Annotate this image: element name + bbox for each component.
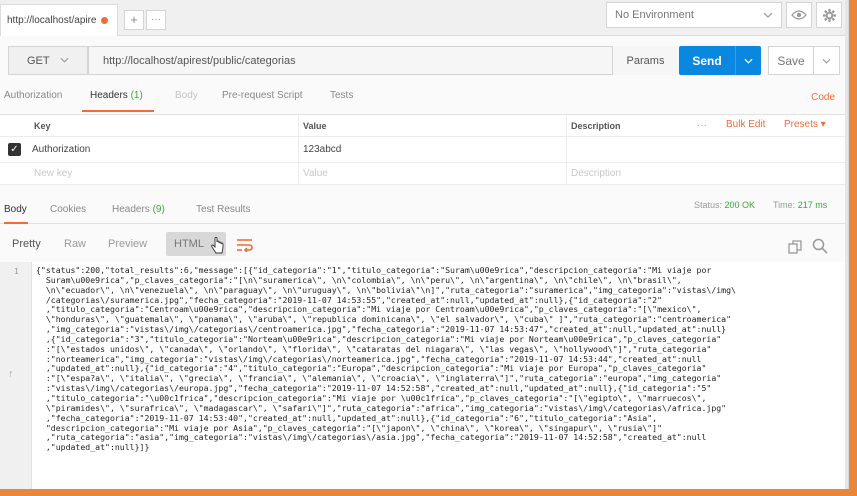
url-input[interactable]: http://localhost/apirest/public/categori… bbox=[88, 46, 678, 75]
fold-marker[interactable]: f bbox=[8, 370, 13, 379]
header-key: Authorization bbox=[32, 144, 91, 155]
chevron-down-icon bbox=[822, 58, 831, 64]
chevron-down-icon bbox=[763, 12, 773, 18]
request-tab-title: http://localhost/apires bbox=[7, 15, 97, 26]
new-value-input[interactable]: Value bbox=[298, 163, 566, 184]
save-label: Save bbox=[777, 53, 805, 68]
response-toolbar: Pretty Raw Preview HTML bbox=[0, 228, 848, 260]
status-value: 200 OK bbox=[724, 200, 756, 210]
new-tab-button[interactable]: + bbox=[124, 10, 144, 30]
send-dropdown-button[interactable] bbox=[735, 46, 761, 75]
gear-icon bbox=[822, 8, 836, 22]
response-tab-test-results[interactable]: Test Results bbox=[196, 204, 250, 215]
format-preview-button[interactable]: Preview bbox=[108, 238, 147, 250]
code-link[interactable]: Code bbox=[811, 92, 835, 103]
time-value: 217 ms bbox=[797, 200, 828, 210]
line-number: 1 bbox=[14, 267, 19, 276]
send-label: Send bbox=[692, 53, 722, 68]
request-tab[interactable]: http://localhost/apires bbox=[0, 4, 118, 36]
description-cell[interactable] bbox=[566, 137, 848, 162]
column-key: Key bbox=[34, 120, 51, 131]
method-label: GET bbox=[27, 54, 50, 67]
presets-dropdown[interactable]: Presets ▾ bbox=[784, 119, 826, 130]
tab-headers-count: (1) bbox=[130, 90, 143, 101]
time-label: Time: bbox=[773, 200, 796, 210]
new-key-input[interactable]: New key bbox=[0, 163, 298, 184]
response-tab-body[interactable]: Body bbox=[4, 204, 27, 215]
response-body[interactable]: 1 f {"status":200,"total_results":6,"mes… bbox=[0, 262, 848, 489]
request-tabs: Authorization Headers (1) Body Pre-reque… bbox=[0, 86, 848, 112]
tab-headers[interactable]: Headers (1) bbox=[90, 90, 143, 101]
scrollbar[interactable] bbox=[845, 0, 848, 489]
table-header-row: Key Value Description ··· Bulk Edit Pres… bbox=[0, 115, 848, 137]
search-icon[interactable] bbox=[812, 238, 828, 254]
tab-headers-label: Headers bbox=[90, 90, 128, 101]
url-bar-row: GET http://localhost/apirest/public/cate… bbox=[0, 42, 848, 78]
language-select[interactable]: HTML bbox=[166, 232, 226, 256]
wrap-lines-icon[interactable] bbox=[236, 238, 254, 252]
line-number-gutter: 1 f bbox=[0, 262, 32, 489]
method-select[interactable]: GET bbox=[8, 46, 88, 75]
active-tab-indicator bbox=[82, 110, 154, 112]
response-tab-headers-count: (9) bbox=[152, 204, 165, 215]
tab-bar: http://localhost/apires + ··· No Environ… bbox=[0, 0, 848, 36]
active-response-tab-indicator bbox=[4, 222, 28, 224]
environment-quick-look-button[interactable] bbox=[786, 2, 812, 28]
tab-authorization[interactable]: Authorization bbox=[4, 90, 62, 101]
response-tab-cookies[interactable]: Cookies bbox=[50, 204, 86, 215]
new-description-input[interactable]: Description bbox=[566, 163, 848, 184]
copy-icon[interactable] bbox=[788, 240, 802, 254]
response-time: Time: 217 ms bbox=[773, 200, 827, 210]
tab-tests[interactable]: Tests bbox=[330, 90, 353, 101]
response-tab-headers-label: Headers bbox=[112, 204, 150, 215]
status-label: Status: bbox=[694, 200, 723, 210]
environment-label: No Environment bbox=[615, 9, 694, 21]
send-button[interactable]: Send bbox=[679, 46, 761, 75]
bulk-edit-link[interactable]: Bulk Edit bbox=[726, 119, 765, 130]
column-value: Value bbox=[298, 115, 566, 136]
headers-table: Key Value Description ··· Bulk Edit Pres… bbox=[0, 114, 848, 185]
chevron-down-icon bbox=[60, 55, 69, 66]
tab-more-button[interactable]: ··· bbox=[146, 10, 166, 30]
language-label: HTML bbox=[174, 238, 204, 250]
hand-cursor-icon bbox=[211, 237, 224, 254]
params-button[interactable]: Params bbox=[612, 46, 678, 75]
format-raw-button[interactable]: Raw bbox=[64, 238, 86, 250]
table-row: ✓ Authorization 123abcd bbox=[0, 137, 848, 163]
checkbox-checked-icon[interactable]: ✓ bbox=[8, 143, 21, 156]
url-text: http://localhost/apirest/public/categori… bbox=[103, 54, 296, 67]
eye-icon bbox=[791, 10, 807, 20]
environment-select[interactable]: No Environment bbox=[606, 2, 782, 28]
save-button[interactable]: Save bbox=[768, 46, 840, 75]
response-status: Status: 200 OK bbox=[694, 200, 755, 210]
column-options-button[interactable]: ··· bbox=[697, 120, 707, 131]
tab-pre-request-script[interactable]: Pre-request Script bbox=[222, 90, 303, 101]
save-dropdown-button[interactable] bbox=[813, 47, 839, 74]
value-cell[interactable]: 123abcd bbox=[298, 137, 566, 162]
unsaved-dot-icon bbox=[101, 17, 108, 24]
chevron-down-icon bbox=[744, 58, 753, 64]
app-window: http://localhost/apires + ··· No Environ… bbox=[0, 0, 849, 489]
format-pretty-button[interactable]: Pretty bbox=[12, 238, 41, 250]
response-tab-headers[interactable]: Headers (9) bbox=[112, 204, 165, 215]
new-header-row: New key Value Description bbox=[0, 163, 848, 185]
response-tabs: Body Cookies Headers (9) Test Results St… bbox=[0, 196, 848, 224]
response-code: {"status":200,"total_results":6,"message… bbox=[36, 265, 736, 453]
key-cell[interactable]: ✓ Authorization bbox=[0, 137, 298, 162]
tab-body[interactable]: Body bbox=[175, 90, 198, 101]
settings-button[interactable] bbox=[816, 2, 842, 28]
